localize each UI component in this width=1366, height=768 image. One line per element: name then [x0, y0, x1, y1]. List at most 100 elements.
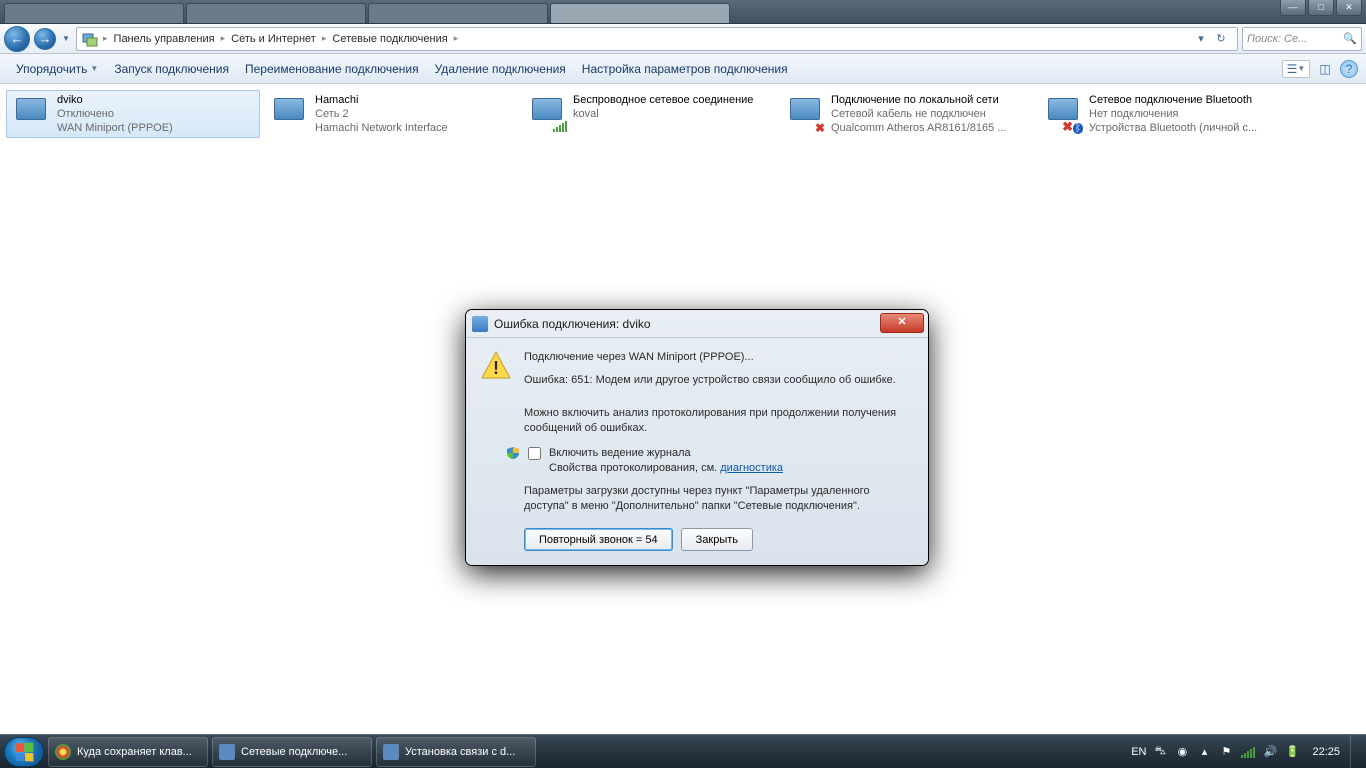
start-button[interactable] [4, 737, 44, 767]
taskbar-item[interactable]: Куда сохраняет клав... [48, 737, 208, 767]
connection-device: Устройства Bluetooth (личной с... [1089, 121, 1289, 135]
dialog-title: Ошибка подключения: dviko [494, 317, 651, 331]
browser-tab[interactable] [186, 3, 366, 23]
breadcrumb-segment[interactable]: Сетевые подключения [328, 28, 451, 50]
connection-status: Сетевой кабель не подключен [831, 107, 1031, 121]
connection-icon: ✖ᛒ [1041, 93, 1085, 137]
connection-device: Qualcomm Atheros AR8161/8165 ... [831, 121, 1031, 135]
retry-button[interactable]: Повторный звонок = 54 [524, 528, 673, 551]
network-connections-icon [219, 744, 235, 760]
search-placeholder: Поиск: Се... [1247, 33, 1307, 45]
browser-tab[interactable] [368, 3, 548, 23]
breadcrumb[interactable]: ▸ Панель управления ▸ Сеть и Интернет ▸ … [76, 27, 1238, 51]
chrome-icon [55, 744, 71, 760]
close-button[interactable]: ✕ [1336, 0, 1362, 16]
chevron-down-icon: ▼ [90, 64, 98, 73]
connection-status: Сеть 2 [315, 107, 515, 121]
toolbar-organize[interactable]: Упорядочить▼ [8, 55, 106, 83]
connection-name: Hamachi [315, 93, 515, 107]
dialog-icon [472, 316, 488, 332]
toolbar-connection-settings[interactable]: Настройка параметров подключения [574, 55, 796, 83]
breadcrumb-dropdown-icon[interactable]: ▾ [1191, 32, 1211, 45]
signal-bars-icon [553, 120, 567, 135]
dialog-line-error: Ошибка: 651: Модем или другое устройство… [524, 373, 914, 388]
system-tray: EN ⛍ ◉ ▴ ⚑ 🔊 🔋 22:25 [1131, 735, 1362, 768]
connection-item-bluetooth[interactable]: ✖ᛒ Сетевое подключение Bluetooth Нет под… [1038, 90, 1292, 138]
uac-shield-icon [506, 446, 520, 460]
nav-forward-button[interactable]: → [34, 28, 56, 50]
tray-battery-icon[interactable]: 🔋 [1284, 744, 1300, 760]
dialog-line-connecting: Подключение через WAN Miniport (PPPOE)..… [524, 350, 914, 365]
connection-status: koval [573, 107, 773, 121]
browser-tab[interactable] [4, 3, 184, 23]
breadcrumb-separator-icon[interactable]: ▸ [101, 33, 110, 44]
taskbar: Куда сохраняет клав... Сетевые подключе.… [0, 734, 1366, 768]
breadcrumb-segment[interactable]: Панель управления [110, 28, 219, 50]
connection-name: dviko [57, 93, 257, 107]
dialog-hint: Можно включить анализ протоколирования п… [524, 406, 914, 436]
connection-item-lan[interactable]: ✖ Подключение по локальной сети Сетевой … [780, 90, 1034, 138]
view-mode-button[interactable]: ☰ ▼ [1282, 60, 1310, 78]
connection-name: Беспроводное сетевое соединение [573, 93, 773, 107]
browser-tab[interactable] [550, 3, 730, 23]
help-button[interactable]: ? [1340, 60, 1358, 78]
search-icon: 🔍 [1343, 32, 1357, 45]
dialog-close-button[interactable]: ✕ [880, 313, 924, 333]
connection-name: Подключение по локальной сети [831, 93, 1031, 107]
browser-tabs-strip: — □ ✕ [0, 0, 1366, 24]
tray-volume-icon[interactable]: 🔊 [1262, 744, 1278, 760]
network-center-icon [81, 30, 99, 48]
toolbar-delete-connection[interactable]: Удаление подключения [427, 55, 574, 83]
maximize-button[interactable]: □ [1308, 0, 1334, 16]
show-desktop-button[interactable] [1350, 735, 1360, 768]
preview-pane-button[interactable]: ◫ [1316, 60, 1334, 78]
command-toolbar: Упорядочить▼ Запуск подключения Переимен… [0, 54, 1366, 84]
refresh-button[interactable]: ↻ [1211, 32, 1231, 45]
taskbar-item[interactable]: Сетевые подключе... [212, 737, 372, 767]
checkbox-label: Включить ведение журнала [549, 446, 914, 461]
svg-text:!: ! [493, 358, 499, 378]
connection-status: Отключено [57, 107, 257, 121]
bluetooth-x-icon: ✖ᛒ [1062, 119, 1083, 135]
enable-logging-checkbox[interactable] [528, 447, 541, 460]
connection-status: Нет подключения [1089, 107, 1289, 121]
diagnostics-link[interactable]: диагностика [720, 462, 783, 474]
tray-icon[interactable]: ◉ [1174, 744, 1190, 760]
breadcrumb-separator-icon[interactable]: ▸ [452, 33, 461, 44]
nav-back-button[interactable]: ← [4, 26, 30, 52]
warning-icon: ! [480, 350, 512, 382]
language-indicator[interactable]: EN [1131, 746, 1146, 758]
connection-icon: ✖ [783, 93, 827, 137]
dialog-close-action[interactable]: Закрыть [681, 528, 753, 551]
breadcrumb-segment[interactable]: Сеть и Интернет [227, 28, 320, 50]
connection-icon [525, 93, 569, 137]
tray-icon[interactable]: ⛍ [1152, 744, 1168, 760]
dialup-icon [383, 744, 399, 760]
dialog-footer-text: Параметры загрузки доступны через пункт … [524, 484, 914, 514]
taskbar-item[interactable]: Установка связи с d... [376, 737, 536, 767]
connection-device: WAN Miniport (PPPOE) [57, 121, 257, 135]
breadcrumb-separator-icon[interactable]: ▸ [219, 33, 228, 44]
minimize-button[interactable]: — [1280, 0, 1306, 16]
connection-icon [267, 93, 311, 137]
tray-flag-icon[interactable]: ⚑ [1218, 744, 1234, 760]
tray-network-icon[interactable] [1240, 744, 1256, 760]
toolbar-rename-connection[interactable]: Переименование подключения [237, 55, 427, 83]
disconnected-x-icon: ✖ [815, 121, 825, 135]
navigation-bar: ← → ▼ ▸ Панель управления ▸ Сеть и Интер… [0, 24, 1366, 54]
tray-chevron-icon[interactable]: ▴ [1196, 744, 1212, 760]
dialog-titlebar[interactable]: Ошибка подключения: dviko ✕ [466, 310, 928, 338]
error-dialog: Ошибка подключения: dviko ✕ ! Подключени… [466, 310, 928, 565]
connection-icon [9, 93, 53, 137]
breadcrumb-separator-icon[interactable]: ▸ [320, 33, 329, 44]
connection-item-dviko[interactable]: dviko Отключено WAN Miniport (PPPOE) [6, 90, 260, 138]
nav-history-dropdown[interactable]: ▼ [60, 30, 72, 48]
connection-item-hamachi[interactable]: Hamachi Сеть 2 Hamachi Network Interface [264, 90, 518, 138]
taskbar-clock[interactable]: 22:25 [1312, 746, 1340, 758]
search-input[interactable]: Поиск: Се... 🔍 [1242, 27, 1362, 51]
window-controls: — □ ✕ [1280, 0, 1362, 16]
connection-item-wireless[interactable]: Беспроводное сетевое соединение koval [522, 90, 776, 138]
connections-content: dviko Отключено WAN Miniport (PPPOE) Ham… [0, 84, 1366, 734]
log-hint-text: Свойства протоколирования, см. [549, 462, 720, 474]
toolbar-start-connection[interactable]: Запуск подключения [106, 55, 237, 83]
